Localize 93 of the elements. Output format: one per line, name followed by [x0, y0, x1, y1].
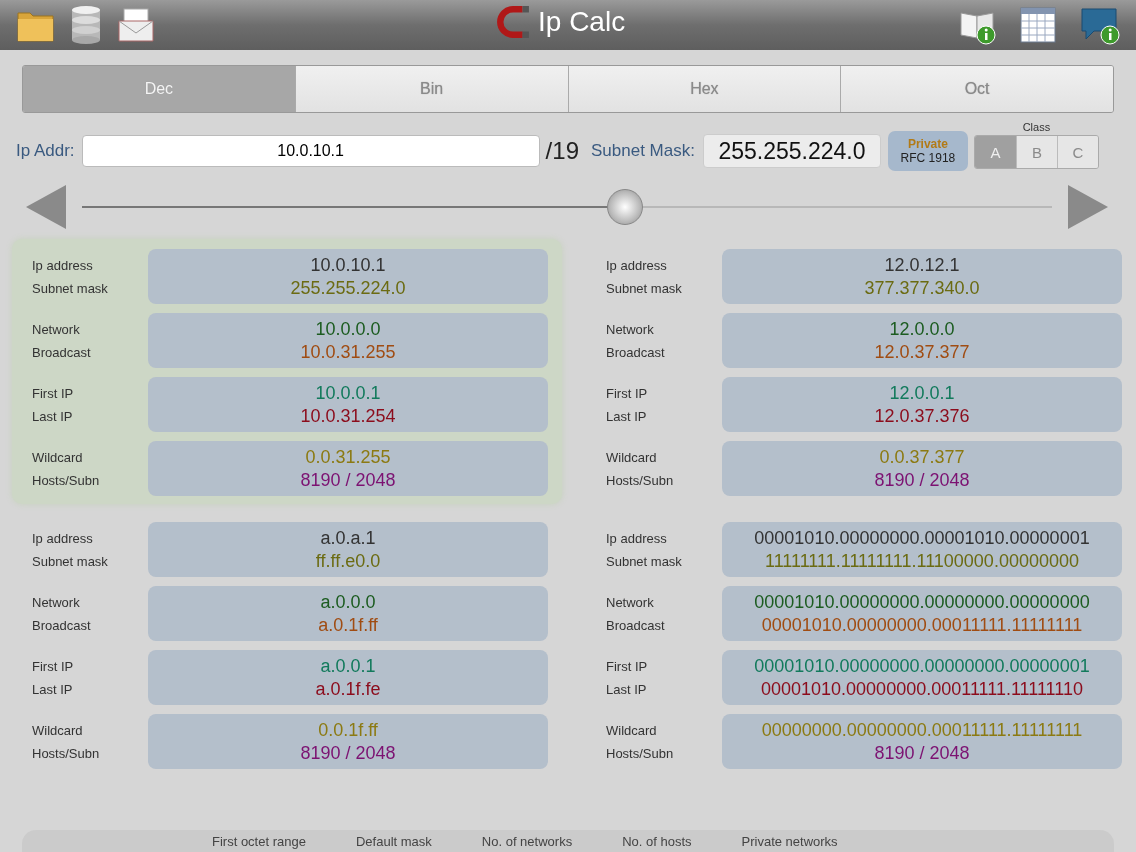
field-value: 8190 / 2048 [874, 742, 970, 764]
field-label: Subnet mask [606, 280, 683, 296]
field-value: 10.0.0.1 [315, 382, 381, 404]
field-value: 12.0.0.1 [889, 382, 955, 404]
calendar-icon[interactable] [1018, 5, 1058, 45]
field-value: 8190 / 2048 [300, 742, 396, 764]
chat-info-icon[interactable] [1078, 5, 1122, 45]
field-label: First IP [606, 385, 649, 401]
field-value: a.0.0.0 [320, 591, 376, 613]
field-label: Ip address [32, 530, 94, 546]
field-label: Last IP [32, 681, 74, 697]
field-label: Wildcard [606, 449, 658, 465]
field-label: Broadcast [32, 344, 92, 360]
field-label: First IP [32, 385, 75, 401]
field-value: 00001010.00000000.00000000.00000000 [754, 591, 1090, 613]
tab[interactable]: Hex [567, 66, 841, 112]
app-title: Ip Calc [538, 6, 626, 38]
private-badge[interactable]: Private RFC 1918 [887, 131, 968, 171]
tab[interactable]: Dec [23, 66, 295, 112]
subnet-mask-field[interactable]: 255.255.224.0 [702, 134, 881, 168]
field-label: Broadcast [32, 617, 92, 633]
field-label: Hosts/Subn [606, 472, 675, 488]
field-value: 00001010.00000000.00000000.00000001 [754, 655, 1090, 677]
field-value: 0.0.31.255 [305, 446, 391, 468]
field-value: 0.0.37.377 [879, 446, 965, 468]
field-value: 00000000.00000000.00011111.11111111 [761, 719, 1083, 741]
field-label: Broadcast [606, 617, 666, 633]
field-label: First IP [606, 658, 649, 674]
ip-label: Ip Addr: [16, 141, 75, 161]
field-value: ff.ff.e0.0 [315, 550, 381, 572]
field-label: Network [32, 594, 81, 610]
selected-result-panel[interactable]: Ip address Subnet mask 10.0.10.1 255.255.224.0 Network Broadcast 10.0.0.0 10.0.31.255 First IP Last IP 10.0.0.1 10.0.31.254 Wildcard Hosts/Subn 0.0.31.255 8190 / 2048 [12, 239, 562, 504]
field-label: Wildcard [606, 722, 658, 738]
field-label: Subnet mask [32, 280, 109, 296]
field-value: a.0.a.1 [320, 527, 376, 549]
class-label: Class [1022, 121, 1051, 133]
field-label: Broadcast [606, 344, 666, 360]
field-label: Network [32, 321, 81, 337]
field-label: Last IP [32, 408, 74, 424]
column-header: No. of hosts [622, 833, 692, 849]
field-value: 8190 / 2048 [300, 469, 396, 491]
field-value: 12.0.12.1 [884, 254, 960, 276]
field-label: Subnet mask [32, 553, 109, 569]
envelope-icon[interactable] [116, 5, 156, 45]
magnet-icon [496, 5, 530, 39]
field-value: 8190 / 2048 [874, 469, 970, 491]
class-option[interactable]: A [974, 136, 1016, 168]
subnet-mask-label: Subnet Mask: [591, 141, 695, 161]
slider-thumb[interactable] [607, 189, 644, 225]
field-label: Hosts/Subn [32, 472, 101, 488]
field-label: Hosts/Subn [32, 745, 101, 761]
field-label: Last IP [606, 681, 648, 697]
field-value: 00001010.00000000.00001010.00000001 [754, 527, 1090, 549]
field-label: Wildcard [32, 722, 84, 738]
database-icon[interactable] [70, 5, 102, 45]
field-label: Hosts/Subn [606, 745, 675, 761]
field-label: Ip address [606, 257, 668, 273]
result-panel[interactable]: Ip address Subnet mask a.0.a.1 ff.ff.e0.0 Network Broadcast a.0.0.0 a.0.1f.ff First IP Last IP a.0.0.1 a.0.1f.fe Wildcard Hosts/Subn 0.0.1f.ff 8190 / 2048 [12, 512, 562, 777]
field-value: 00001010.00000000.00011111.11111111 [761, 614, 1083, 636]
field-label: Last IP [606, 408, 648, 424]
field-value: a.0.0.1 [320, 655, 376, 677]
tab[interactable]: Oct [840, 66, 1113, 112]
field-value: 0.0.1f.ff [318, 719, 378, 741]
tab[interactable]: Bin [294, 66, 568, 112]
field-label: Ip address [606, 530, 668, 546]
class-option[interactable]: B [1015, 136, 1057, 168]
field-label: Network [606, 321, 655, 337]
ip-field[interactable]: 10.0.10.1 [81, 135, 540, 167]
field-value: 10.0.10.1 [310, 254, 386, 276]
result-panel[interactable]: Ip address Subnet mask 12.0.12.1 377.377.340.0 Network Broadcast 12.0.0.0 12.0.37.377 First IP Last IP 12.0.0.1 12.0.37.376 Wildcard Hosts/Subn 0.0.37.377 8190 / 2048 [586, 239, 1136, 504]
field-value: 377.377.340.0 [864, 277, 980, 299]
column-header: Default mask [355, 833, 432, 849]
class-option[interactable]: C [1056, 136, 1098, 168]
field-value: 12.0.0.0 [889, 318, 955, 340]
column-header: First octet range [212, 833, 306, 849]
field-value: 10.0.0.0 [315, 318, 381, 340]
field-label: First IP [32, 658, 75, 674]
field-value: 10.0.31.254 [300, 405, 396, 427]
field-value: 255.255.224.0 [290, 277, 406, 299]
field-value: 11111111.11111111.11100000.00000000 [765, 550, 1079, 572]
column-header: Private networks [741, 833, 838, 849]
field-value: 12.0.37.376 [874, 405, 970, 427]
column-header: No. of networks [481, 833, 573, 849]
field-value: 12.0.37.377 [874, 341, 970, 363]
field-label: Wildcard [32, 449, 84, 465]
field-value: a.0.1f.ff [318, 614, 378, 636]
field-label: Network [606, 594, 655, 610]
field-value: 10.0.31.255 [300, 341, 396, 363]
field-value: a.0.1f.fe [315, 678, 381, 700]
field-label: Subnet mask [606, 553, 683, 569]
prefix-length: /19 [545, 137, 579, 165]
field-label: Ip address [32, 257, 94, 273]
field-value: 00001010.00000000.00011111.11111110 [761, 678, 1083, 700]
